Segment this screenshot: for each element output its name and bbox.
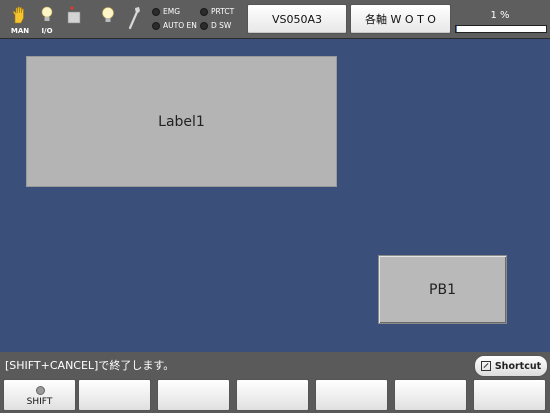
lamp-icon bbox=[102, 7, 114, 22]
f1-label: SHIFT bbox=[26, 397, 53, 407]
auto-en-indicator: AUTO EN bbox=[152, 21, 197, 31]
speed-percent-label: 1 % bbox=[490, 10, 510, 21]
stop-icon bbox=[67, 6, 81, 24]
hand-icon bbox=[12, 6, 24, 24]
stop-button[interactable] bbox=[62, 5, 86, 35]
shortcut-button[interactable]: Shortcut bbox=[474, 355, 548, 377]
function-key-bar: SHIFT bbox=[0, 377, 550, 413]
manual-mode-caption: MAN bbox=[10, 27, 30, 35]
auto-en-led bbox=[152, 22, 160, 30]
f3-button[interactable] bbox=[157, 379, 230, 411]
message-bar: [SHIFT+CANCEL]で終了します。 bbox=[0, 352, 550, 377]
bulb-icon bbox=[41, 6, 53, 21]
f6-button[interactable] bbox=[394, 379, 467, 411]
pb1-button[interactable]: PB1 bbox=[378, 255, 507, 324]
robot-model-button[interactable]: VS050A3 bbox=[247, 4, 347, 34]
auto-en-label: AUTO EN bbox=[163, 21, 197, 30]
emg-led bbox=[152, 8, 160, 16]
d-sw-label: D SW bbox=[211, 21, 232, 30]
d-sw-indicator: D SW bbox=[200, 21, 231, 31]
f1-shift-button[interactable]: SHIFT bbox=[3, 379, 76, 411]
shortcut-icon bbox=[480, 361, 491, 371]
label1-panel: Label1 bbox=[26, 56, 337, 187]
wrench-icon bbox=[128, 7, 140, 30]
speed-progress-fill bbox=[456, 26, 457, 32]
f4-button[interactable] bbox=[236, 379, 309, 411]
speed-progress-bar bbox=[455, 25, 547, 33]
lamp-button[interactable] bbox=[96, 5, 120, 35]
d-sw-led bbox=[200, 22, 208, 30]
emg-label: EMG bbox=[163, 7, 181, 16]
shortcut-label: Shortcut bbox=[494, 360, 542, 372]
status-message: [SHIFT+CANCEL]で終了します。 bbox=[5, 359, 175, 372]
io-caption: I/O bbox=[41, 27, 53, 35]
prtct-label: PRTCT bbox=[211, 7, 235, 16]
manual-mode-button[interactable]: MAN bbox=[8, 5, 32, 35]
f7-button[interactable] bbox=[473, 379, 546, 411]
f2-button[interactable] bbox=[78, 379, 151, 411]
prtct-led bbox=[200, 8, 208, 16]
axis-mode-button[interactable]: 各軸 W O T O bbox=[350, 4, 451, 34]
shift-lamp-icon bbox=[36, 386, 45, 395]
io-button[interactable]: I/O bbox=[35, 5, 59, 35]
top-toolbar: MAN I/O EMG PRTCT AUTO EN D SW VS050A3 各… bbox=[0, 0, 550, 39]
emg-indicator: EMG bbox=[152, 7, 180, 17]
prtct-indicator: PRTCT bbox=[200, 7, 234, 17]
f5-button[interactable] bbox=[315, 379, 388, 411]
maintenance-button[interactable] bbox=[122, 5, 146, 35]
